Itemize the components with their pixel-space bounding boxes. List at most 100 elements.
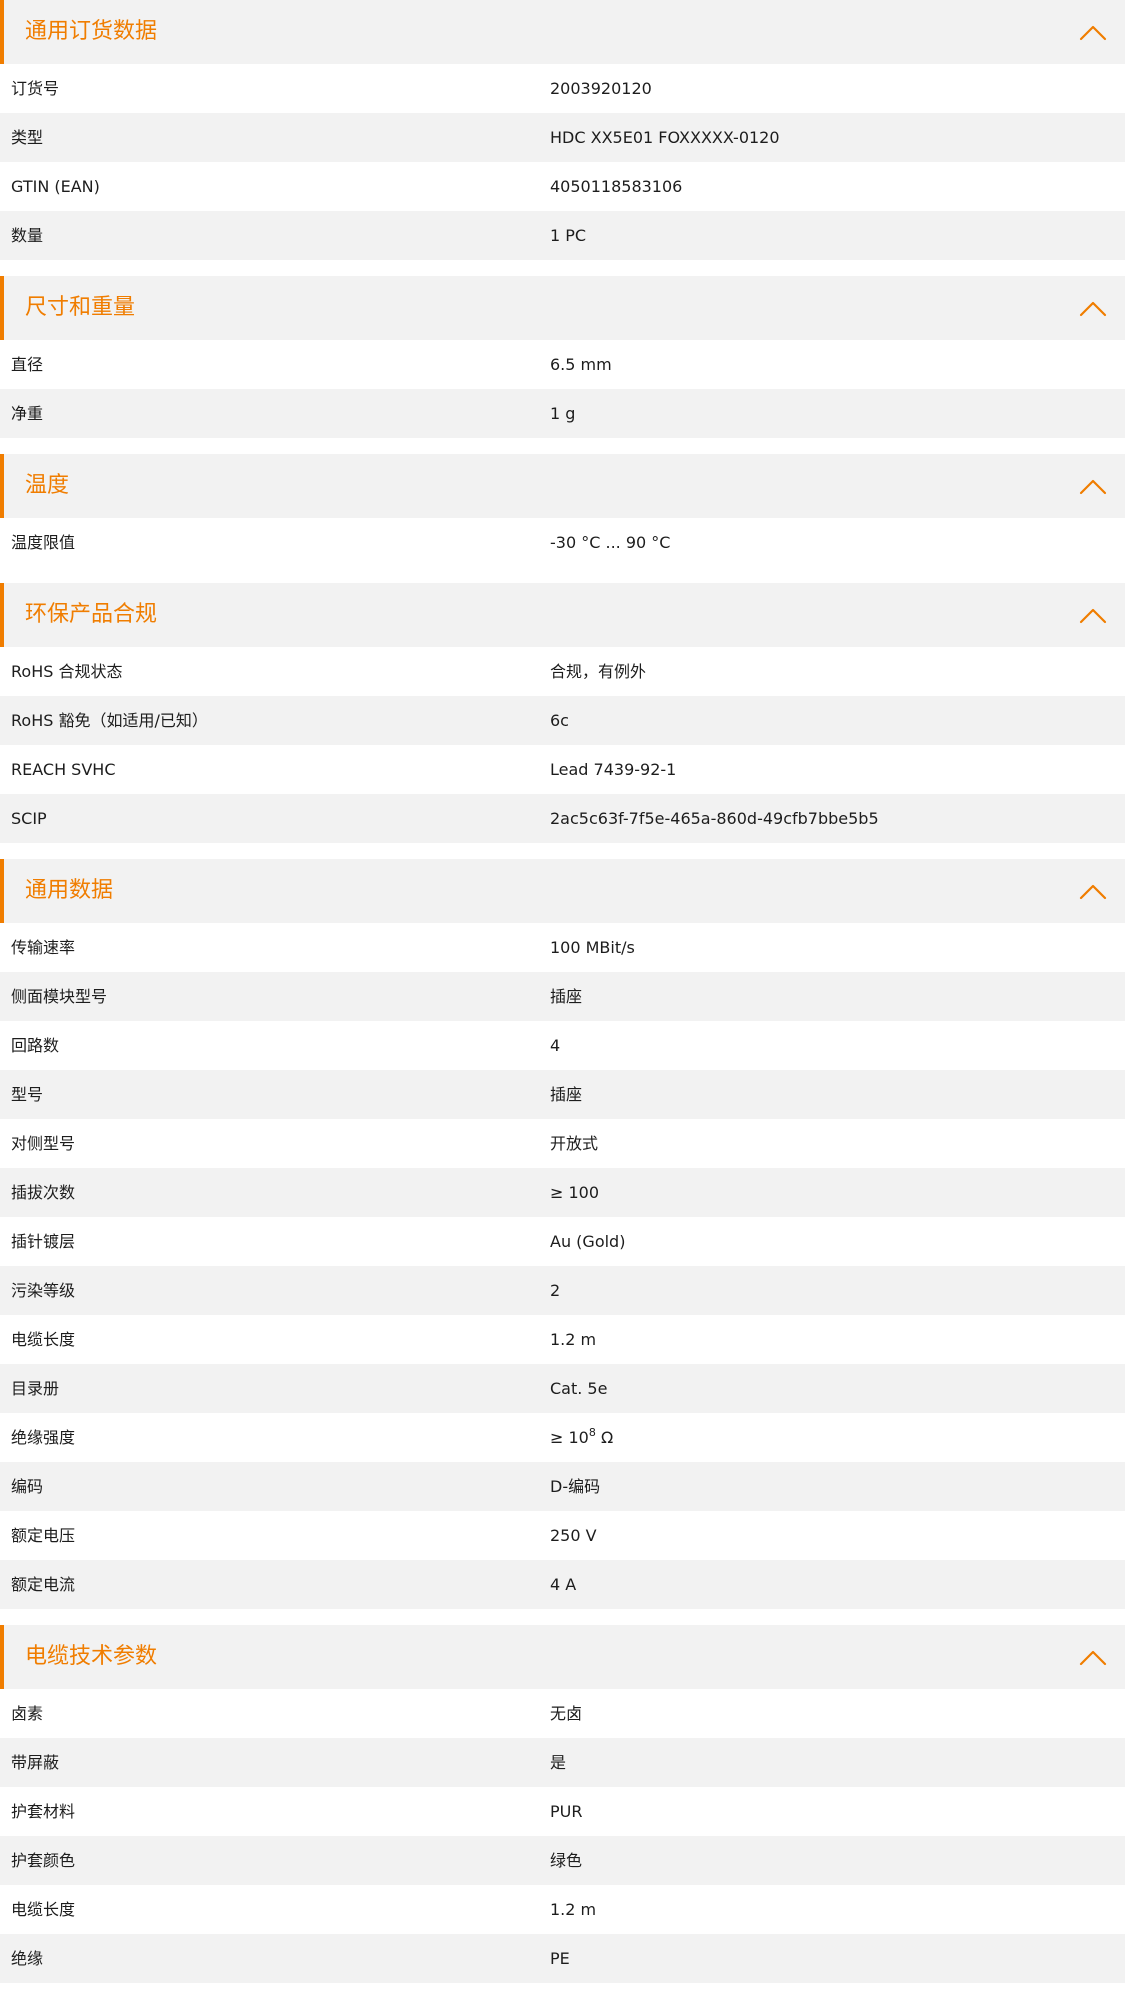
section-cable: 电缆技术参数 卤素 无卤 带屏蔽 是护套材料 PUR 护套颜色 绿色 电缆长度 1.2 m 绝缘 PE xyxy=(0,1625,1125,1983)
spec-label: REACH SVHC xyxy=(11,760,116,779)
spec-row: 目录册 Cat. 5e xyxy=(0,1364,1125,1413)
spec-value-text: 插座 xyxy=(550,987,583,1006)
spec-row: 直径 6.5 mm xyxy=(0,340,1125,389)
spec-value-text: ≥ 10 xyxy=(550,1428,589,1447)
spec-value-text: 绿色 xyxy=(550,1851,583,1870)
spec-value: 2003920120 xyxy=(550,64,652,113)
section-accent-bar xyxy=(0,0,4,64)
spec-value: 插座 xyxy=(550,1070,582,1119)
spec-label: 带屏蔽 xyxy=(11,1753,60,1772)
section-accent-bar xyxy=(0,454,4,518)
chevron-up-icon[interactable] xyxy=(1078,475,1108,497)
spec-row: 插针镀层 Au (Gold) xyxy=(0,1217,1125,1266)
spec-row: 侧面模块型号 插座 xyxy=(0,972,1125,1021)
section-header-compliance[interactable]: 环保产品合规 xyxy=(0,583,1125,647)
spec-label: 数量 xyxy=(11,226,44,245)
spec-label: 目录册 xyxy=(11,1379,60,1398)
spec-value-text: HDC XX5E01 FOXXXXX-0120 xyxy=(550,128,780,147)
section-header-temperature[interactable]: 温度 xyxy=(0,454,1125,518)
spec-value: 1 PC xyxy=(550,211,586,260)
spec-value-text: 4 A xyxy=(550,1575,577,1594)
spec-row: 温度限值 -30 °C ... 90 °C xyxy=(0,518,1125,567)
spec-value: ≥ 100 xyxy=(550,1168,599,1217)
spec-label: 编码 xyxy=(11,1477,44,1496)
spec-value-text: D-编码 xyxy=(550,1477,601,1496)
spec-row: 订货号 2003920120 xyxy=(0,64,1125,113)
spec-value-text: 2003920120 xyxy=(550,79,652,98)
spec-row: 绝缘 PE xyxy=(0,1934,1125,1983)
spec-value-text: 1 PC xyxy=(550,226,587,245)
spec-value: 1.2 m xyxy=(550,1885,596,1934)
spec-label: 净重 xyxy=(11,404,44,423)
spec-label: RoHS 合规状态 xyxy=(11,662,123,681)
spec-row: REACH SVHC Lead 7439-92-1 xyxy=(0,745,1125,794)
spec-value: Lead 7439-92-1 xyxy=(550,745,676,794)
section-header-dimensions[interactable]: 尺寸和重量 xyxy=(0,276,1125,340)
spec-label: 电缆长度 xyxy=(11,1330,76,1349)
spec-value: Au (Gold) xyxy=(550,1217,625,1266)
chevron-up-icon[interactable] xyxy=(1078,880,1108,902)
section-general: 通用数据 传输速率 100 MBit/s 侧面模块型号 插座 回路数 4 型号 插座 对侧型号 开放… xyxy=(0,859,1125,1609)
spec-label: 护套颜色 xyxy=(11,1851,76,1870)
spec-row: 卤素 无卤 xyxy=(0,1689,1125,1738)
chevron-up-icon[interactable] xyxy=(1078,297,1108,319)
spec-value: 6.5 mm xyxy=(550,340,612,389)
spec-value: PUR xyxy=(550,1787,582,1836)
spec-row: RoHS 合规状态 合规，有例外 xyxy=(0,647,1125,696)
spec-value: 4 A xyxy=(550,1560,576,1609)
chevron-up-icon[interactable] xyxy=(1078,1646,1108,1668)
spec-sheet: 通用订货数据 订货号 2003920120 类型 HDC XX5E01 FOXXXXX-… xyxy=(0,0,1125,1983)
spec-label: SCIP xyxy=(11,809,47,828)
spec-value-text: 无卤 xyxy=(550,1704,583,1723)
spec-value: Cat. 5e xyxy=(550,1364,607,1413)
spec-row: 带屏蔽 是 xyxy=(0,1738,1125,1787)
spec-value: 1.2 m xyxy=(550,1315,596,1364)
section-header-cable[interactable]: 电缆技术参数 xyxy=(0,1625,1125,1689)
spec-label: 电缆长度 xyxy=(11,1900,76,1919)
section-title: 尺寸和重量 xyxy=(25,295,136,320)
section-title: 通用数据 xyxy=(25,878,114,903)
section-dimensions: 尺寸和重量直径 6.5 mm 净重 1 g xyxy=(0,276,1125,438)
spec-value-text: 1.2 m xyxy=(550,1330,597,1349)
spec-label: 插拔次数 xyxy=(11,1183,76,1202)
spec-label: 额定电压 xyxy=(11,1526,76,1545)
spec-label: 对侧型号 xyxy=(11,1134,76,1153)
spec-label: 绝缘 xyxy=(11,1949,44,1968)
spec-value-text: Au (Gold) xyxy=(550,1232,626,1251)
spec-value-text: 2ac5c63f-7f5e-465a-860d-49cfb7bbe5b5 xyxy=(550,809,879,828)
spec-value: ≥ 108 Ω xyxy=(550,1413,613,1462)
spec-row: 净重 1 g xyxy=(0,389,1125,438)
section-header-general[interactable]: 通用数据 xyxy=(0,859,1125,923)
section-temperature: 温度温度限值 -30 °C ... 90 °C xyxy=(0,454,1125,567)
section-accent-bar xyxy=(0,583,4,647)
spec-row: 污染等级 2 xyxy=(0,1266,1125,1315)
spec-value: 6c xyxy=(550,696,569,745)
spec-label: 侧面模块型号 xyxy=(11,987,108,1006)
chevron-up-icon[interactable] xyxy=(1078,21,1108,43)
spec-row: 类型 HDC XX5E01 FOXXXXX-0120 xyxy=(0,113,1125,162)
spec-value-text: Cat. 5e xyxy=(550,1379,608,1398)
spec-value: 无卤 xyxy=(550,1689,582,1738)
spec-value: 2 xyxy=(550,1266,560,1315)
spec-row: GTIN (EAN) 4050118583106 xyxy=(0,162,1125,211)
section-title: 电缆技术参数 xyxy=(25,1644,158,1669)
spec-value: 开放式 xyxy=(550,1119,598,1168)
spec-value-text: 开放式 xyxy=(550,1134,599,1153)
section-header-ordering[interactable]: 通用订货数据 xyxy=(0,0,1125,64)
spec-value-unit: Ω xyxy=(595,1428,614,1447)
spec-value-exponent: 8 xyxy=(588,1426,596,1439)
spec-row: 绝缘强度 ≥ 108 Ω xyxy=(0,1413,1125,1462)
spec-label: 污染等级 xyxy=(11,1281,76,1300)
spec-value-text: 250 V xyxy=(550,1526,597,1545)
chevron-up-icon[interactable] xyxy=(1078,604,1108,626)
spec-row: SCIP 2ac5c63f-7f5e-465a-860d-49cfb7bbe5b5 xyxy=(0,794,1125,843)
section-title: 温度 xyxy=(25,473,70,498)
spec-value: 绿色 xyxy=(550,1836,582,1885)
spec-value-text: -30 °C ... 90 °C xyxy=(550,533,671,552)
spec-label: 型号 xyxy=(11,1085,44,1104)
spec-label: 额定电流 xyxy=(11,1575,76,1594)
spec-label: 绝缘强度 xyxy=(11,1428,76,1447)
spec-value-text: 插座 xyxy=(550,1085,583,1104)
spec-value-text: ≥ 100 xyxy=(550,1183,600,1202)
spec-value: 插座 xyxy=(550,972,582,1021)
